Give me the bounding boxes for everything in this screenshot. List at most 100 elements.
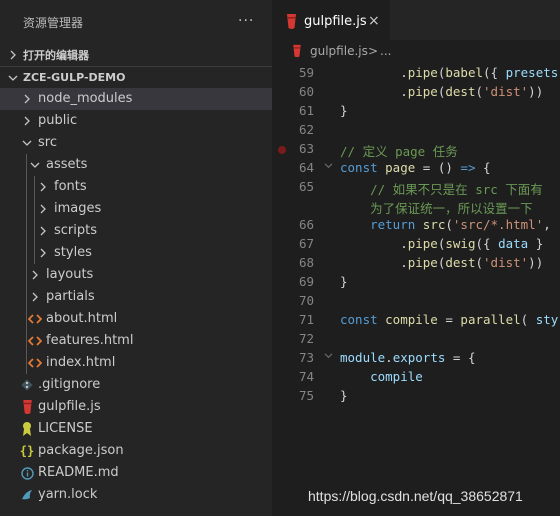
code-line[interactable]: 为了保证统一，所以设置一下: [272, 197, 560, 216]
code-line[interactable]: 68 .pipe(dest('dist')): [272, 254, 560, 273]
code-line[interactable]: 73 module.exports = {: [272, 349, 560, 368]
code-token: .: [385, 350, 393, 365]
breadcrumb-file[interactable]: gulpfile.js: [310, 44, 368, 58]
code-line[interactable]: 63 // 定义 page 任务: [272, 140, 560, 159]
code-line[interactable]: 75}: [272, 387, 560, 406]
code-token: pipe: [407, 236, 438, 251]
code-line[interactable]: 70: [272, 292, 560, 311]
indent-guide: [26, 308, 27, 330]
tree-item-styles[interactable]: styles: [0, 242, 272, 264]
workspace-root-section[interactable]: ZCE-GULP-DEMO: [0, 66, 272, 88]
indent-guide: [26, 154, 27, 176]
tree-item-gulpfile-js[interactable]: gulpfile.js: [0, 396, 272, 418]
tab-gulpfile[interactable]: gulpfile.js ×: [272, 0, 390, 44]
indent-guide: [34, 242, 35, 264]
code-line[interactable]: 61}: [272, 102, 560, 121]
code-token: ({: [475, 236, 499, 251]
explorer-title: 资源管理器: [23, 15, 84, 30]
code-line[interactable]: 64 const page = () => {: [272, 159, 560, 178]
code-token: data: [498, 236, 529, 251]
code-line[interactable]: 74 compile: [272, 368, 560, 387]
code-token: module: [340, 350, 386, 365]
tree-item-readme-md[interactable]: README.md: [0, 462, 272, 484]
code-token: }: [340, 103, 348, 118]
code-line[interactable]: 66 return src('src/*.html',: [272, 216, 560, 235]
watermark: https://blog.csdn.net/qq_38652871: [308, 488, 523, 504]
code-editor[interactable]: 59 .pipe(babel({ presets 60 .pipe(dest('d…: [272, 64, 560, 406]
tree-item-partials[interactable]: partials: [0, 286, 272, 308]
line-number: 63: [298, 141, 314, 156]
code-token: page: [385, 160, 416, 175]
code-token: pipe: [407, 255, 438, 270]
info-file-icon: [20, 465, 34, 481]
line-number: 62: [298, 122, 314, 137]
tree-item-label: .gitignore: [38, 377, 101, 392]
tree-item-index-html[interactable]: index.html: [0, 352, 272, 374]
code-line[interactable]: 62: [272, 121, 560, 140]
code-text: const page = () => {: [340, 160, 491, 175]
tree-item-gitignore[interactable]: .gitignore: [0, 374, 272, 396]
code-token: compile: [385, 312, 438, 327]
chevron-down-icon: [22, 138, 32, 148]
code-token: dest: [445, 255, 476, 270]
open-editors-section[interactable]: 打开的编辑器: [0, 44, 272, 66]
line-number: 61: [298, 103, 314, 118]
code-text: 为了保证统一，所以设置一下: [340, 198, 533, 217]
code-token: (: [475, 255, 484, 270]
code-line[interactable]: 60 .pipe(dest('dist')): [272, 83, 560, 102]
code-token: sty: [535, 312, 559, 327]
more-actions-icon[interactable]: ···: [238, 13, 254, 29]
code-token: // 定义 page 任务: [340, 144, 458, 159]
tree-item-assets[interactable]: assets: [0, 154, 272, 176]
code-line[interactable]: 72: [272, 330, 560, 349]
indent-guide: [26, 264, 27, 286]
code-token: compile: [370, 369, 423, 384]
tree-item-src[interactable]: src: [0, 132, 272, 154]
tree-item-label: yarn.lock: [38, 487, 98, 502]
code-token: src: [422, 217, 446, 232]
code-token: pipe: [407, 65, 438, 80]
code-token: (: [445, 217, 453, 232]
code-token: )): [528, 84, 544, 99]
tree-item-yarn-lock[interactable]: yarn.lock: [0, 484, 272, 506]
code-token: .: [340, 236, 408, 251]
breadcrumb-ellipsis[interactable]: ...: [380, 44, 391, 58]
code-token: parallel: [460, 312, 521, 327]
code-token: {: [475, 160, 491, 175]
code-line[interactable]: 59 .pipe(babel({ presets: [272, 64, 560, 83]
tree-item-public[interactable]: public: [0, 110, 272, 132]
code-text: return src('src/*.html',: [340, 217, 551, 232]
chevron-down-icon: [30, 160, 40, 170]
code-line[interactable]: 65 // 如果不只是在 src 下面有: [272, 178, 560, 197]
line-number: 64: [298, 160, 314, 175]
code-token: pipe: [407, 84, 438, 99]
editor-area: gulpfile.js × gulpfile.js > ... 59 .pipe…: [272, 0, 560, 516]
tree-item-fonts[interactable]: fonts: [0, 176, 272, 198]
code-text: const compile = parallel( sty: [340, 312, 558, 327]
tree-item-layouts[interactable]: layouts: [0, 264, 272, 286]
fold-chevron-icon[interactable]: [324, 351, 333, 363]
line-number: 69: [298, 274, 314, 289]
tree-item-about-html[interactable]: about.html: [0, 308, 272, 330]
indent-guide: [26, 176, 27, 198]
code-line[interactable]: 71 const compile = parallel( sty: [272, 311, 560, 330]
code-token: =: [437, 312, 461, 327]
chevron-right-icon: [30, 270, 40, 280]
code-text: }: [340, 103, 348, 118]
tree-item-features-html[interactable]: features.html: [0, 330, 272, 352]
indent-guide: [34, 176, 35, 198]
gulp-file-icon: [286, 13, 297, 34]
code-text: .pipe(dest('dist')): [340, 84, 543, 99]
tree-item-package-json[interactable]: {} package.json: [0, 440, 272, 462]
code-line[interactable]: 67 .pipe(swig({ data }: [272, 235, 560, 254]
tree-item-images[interactable]: images: [0, 198, 272, 220]
tree-item-node-modules[interactable]: node_modules: [0, 88, 272, 110]
fold-chevron-icon[interactable]: [324, 161, 333, 173]
tree-item-license[interactable]: LICENSE: [0, 418, 272, 440]
close-icon[interactable]: ×: [368, 13, 380, 29]
tree-item-scripts[interactable]: scripts: [0, 220, 272, 242]
tree-item-label: assets: [46, 157, 88, 172]
code-token: dest: [445, 84, 476, 99]
code-line[interactable]: 69}: [272, 273, 560, 292]
